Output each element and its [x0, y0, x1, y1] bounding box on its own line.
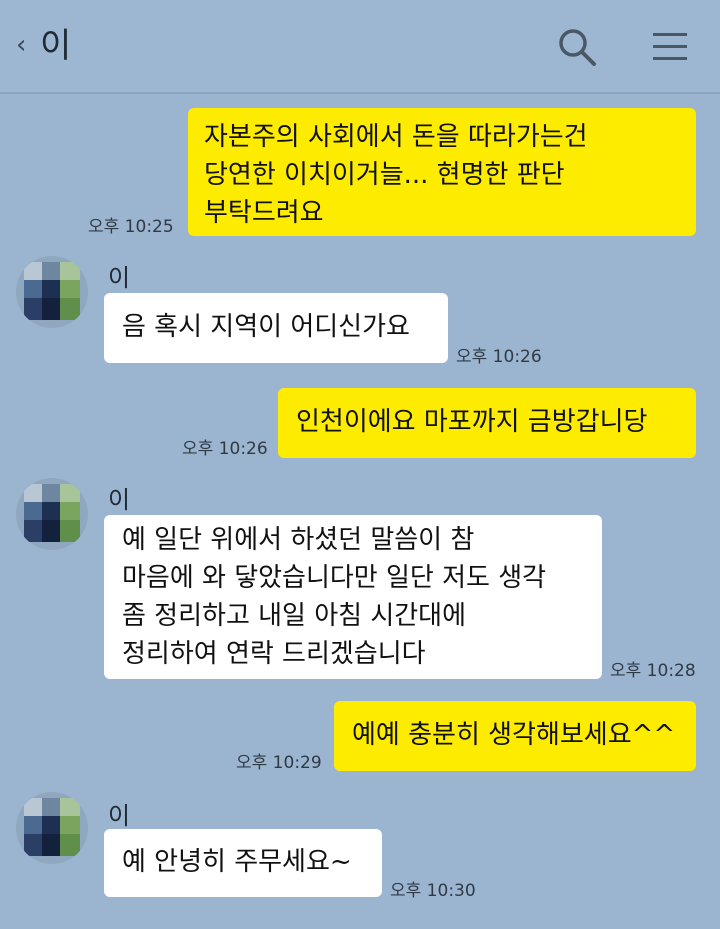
avatar[interactable] — [16, 256, 88, 328]
back-chevron-icon[interactable]: ‹ — [16, 30, 26, 60]
sender-name: 이 — [108, 486, 131, 514]
message-time: 오후 10:30 — [390, 881, 476, 901]
search-icon[interactable] — [556, 26, 598, 68]
menu-icon[interactable] — [652, 30, 688, 64]
my-message-bubble[interactable]: 예예 충분히 생각해보세요^^ — [334, 701, 696, 771]
sender-name: 이 — [108, 802, 131, 830]
message-time: 오후 10:25 — [88, 217, 174, 237]
my-message-bubble[interactable]: 인천이에요 마포까지 금방갑니당 — [278, 388, 696, 458]
sender-name: 이 — [108, 264, 131, 292]
their-message-bubble[interactable]: 예 안녕히 주무세요~ — [104, 829, 382, 897]
my-message-bubble[interactable]: 자본주의 사회에서 돈을 따라가는건 당연한 이치이거늘... 현명한 판단 부… — [188, 108, 696, 236]
message-time: 오후 10:29 — [236, 753, 322, 773]
message-time: 오후 10:26 — [456, 347, 542, 367]
chat-title: 이 — [40, 26, 72, 66]
message-time: 오후 10:26 — [182, 439, 268, 459]
avatar[interactable] — [16, 792, 88, 864]
chat-header: ‹ 이 — [0, 0, 720, 94]
avatar[interactable] — [16, 478, 88, 550]
message-time: 오후 10:28 — [610, 661, 696, 681]
their-message-bubble[interactable]: 음 혹시 지역이 어디신가요 — [104, 293, 448, 363]
their-message-bubble[interactable]: 예 일단 위에서 하셨던 말씀이 참 마음에 와 닿았습니다만 일단 저도 생각… — [104, 515, 602, 679]
